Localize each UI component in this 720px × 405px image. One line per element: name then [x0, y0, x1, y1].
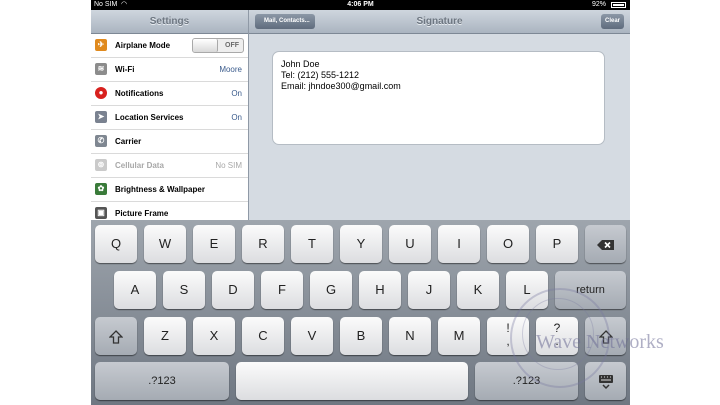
sidebar-item-airplane-mode[interactable]: ✈ Airplane Mode OFF: [91, 34, 248, 58]
key-u[interactable]: U: [389, 225, 431, 263]
clear-button[interactable]: Clear: [600, 14, 624, 29]
key-y[interactable]: Y: [340, 225, 382, 263]
keyboard-hide-icon: [598, 374, 613, 389]
sidebar-item-label: Notifications: [115, 89, 164, 98]
sidebar-item-value: On: [231, 89, 242, 98]
key-p[interactable]: P: [536, 225, 578, 263]
navigation-bar: Signature Mail, Contacts... Clear: [249, 10, 630, 34]
key-e[interactable]: E: [193, 225, 235, 263]
key-w[interactable]: W: [144, 225, 186, 263]
sidebar-item-label: Brightness & Wallpaper: [115, 185, 205, 194]
battery-icon: [611, 2, 626, 8]
sidebar-item-carrier[interactable]: ✆ Carrier: [91, 130, 248, 154]
key-s[interactable]: S: [163, 271, 205, 309]
clock: 4:06 PM: [347, 1, 374, 8]
airplane-icon: ✈: [95, 39, 107, 51]
delete-key[interactable]: [585, 225, 626, 263]
sidebar-item-location-services[interactable]: ➤ Location Services On: [91, 106, 248, 130]
sidebar-item-value: Moore: [219, 65, 242, 74]
key-c[interactable]: C: [242, 317, 284, 355]
notifications-icon: ●: [95, 87, 107, 99]
wifi-icon: ≋: [95, 63, 107, 75]
sidebar-item-value: No SIM: [215, 161, 242, 170]
key-b[interactable]: B: [340, 317, 382, 355]
key-n[interactable]: N: [389, 317, 431, 355]
picture-frame-icon: ▣: [95, 207, 107, 219]
location-icon: ➤: [95, 111, 107, 123]
key-bottom-char: ,: [506, 334, 510, 348]
phone-icon: ✆: [95, 135, 107, 147]
sidebar-item-value: On: [231, 113, 242, 122]
signature-line: Email: jhndoe300@gmail.com: [281, 81, 401, 91]
sidebar-item-label: Wi-Fi: [115, 65, 135, 74]
sidebar-item-brightness-wallpaper[interactable]: ✿ Brightness & Wallpaper: [91, 178, 248, 202]
key-j[interactable]: J: [408, 271, 450, 309]
shift-key-left[interactable]: [95, 317, 137, 355]
key-m[interactable]: M: [438, 317, 480, 355]
return-key[interactable]: return: [555, 271, 626, 309]
brightness-icon: ✿: [95, 183, 107, 195]
shift-icon: [108, 329, 124, 344]
toggle-state: OFF: [225, 42, 239, 49]
signature-line: John Doe: [281, 59, 320, 69]
status-bar: No SIM ◠ 4:06 PM 92%: [91, 0, 630, 10]
onscreen-keyboard: Q W E R T Y U I O P A S D F G H J K L re…: [91, 220, 630, 405]
sidebar-item-wifi[interactable]: ≋ Wi-Fi Moore: [91, 58, 248, 82]
key-i[interactable]: I: [438, 225, 480, 263]
key-v[interactable]: V: [291, 317, 333, 355]
key-d[interactable]: D: [212, 271, 254, 309]
settings-sidebar: Settings ✈ Airplane Mode OFF ≋ Wi-Fi Moo…: [91, 10, 249, 220]
sidebar-title: Settings: [91, 10, 248, 34]
key-o[interactable]: O: [487, 225, 529, 263]
signature-detail-pane: Signature Mail, Contacts... Clear John D…: [249, 10, 630, 220]
signature-line: Tel: (212) 555-1212: [281, 70, 360, 80]
key-g[interactable]: G: [310, 271, 352, 309]
key-top-char: !: [506, 321, 510, 335]
sidebar-item-label: Location Services: [115, 113, 184, 122]
sidebar-item-cellular-data: ⊚ Cellular Data No SIM: [91, 154, 248, 178]
cellular-icon: ⊚: [95, 159, 107, 171]
key-h[interactable]: H: [359, 271, 401, 309]
numbers-key-left[interactable]: .?123: [95, 362, 229, 400]
toggle-knob: [193, 39, 218, 52]
signature-textarea[interactable]: John Doe Tel: (212) 555-1212 Email: jhnd…: [272, 51, 605, 145]
key-k[interactable]: K: [457, 271, 499, 309]
sidebar-item-label: Airplane Mode: [115, 41, 171, 50]
sidebar-item-notifications[interactable]: ● Notifications On: [91, 82, 248, 106]
hide-keyboard-key[interactable]: [585, 362, 626, 400]
key-f[interactable]: F: [261, 271, 303, 309]
numbers-key-right[interactable]: .?123: [475, 362, 578, 400]
key-a[interactable]: A: [114, 271, 156, 309]
key-t[interactable]: T: [291, 225, 333, 263]
sidebar-item-label: Cellular Data: [115, 161, 164, 170]
key-z[interactable]: Z: [144, 317, 186, 355]
space-bar[interactable]: [236, 362, 468, 400]
key-r[interactable]: R: [242, 225, 284, 263]
backspace-icon: [596, 239, 614, 250]
sidebar-item-label: Carrier: [115, 137, 142, 146]
watermark-text: Wave Networks: [536, 331, 664, 353]
key-q[interactable]: Q: [95, 225, 137, 263]
key-exclamation-comma[interactable]: ! ,: [487, 317, 529, 355]
key-x[interactable]: X: [193, 317, 235, 355]
back-button[interactable]: Mail, Contacts...: [255, 14, 315, 29]
key-l[interactable]: L: [506, 271, 548, 309]
battery-percent: 92%: [591, 1, 606, 8]
airplane-mode-toggle[interactable]: OFF: [192, 38, 244, 53]
